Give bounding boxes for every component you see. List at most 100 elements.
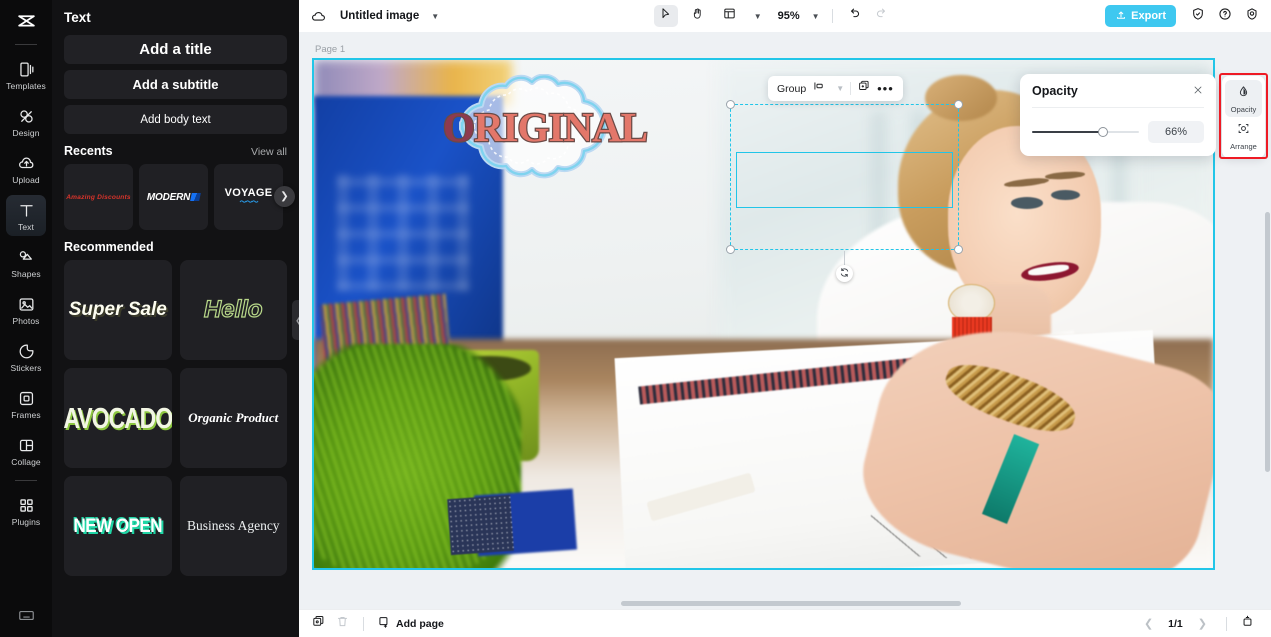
canvas-area[interactable]: Page 1 ORIGINAL Group ▼ ••• Opacity 66% … xyxy=(299,32,1271,609)
canvas-vertical-scrollbar[interactable] xyxy=(1265,212,1270,472)
settings-button[interactable] xyxy=(1242,7,1261,26)
opacity-tool-button[interactable]: Opacity xyxy=(1225,80,1262,117)
recommended-thumb[interactable]: NEW OPEN xyxy=(64,476,172,576)
recommended-thumb[interactable]: Super Sale xyxy=(64,260,172,360)
element-properties-toolbar: Opacity Arrange xyxy=(1222,76,1265,158)
align-button[interactable] xyxy=(812,79,826,98)
recents-view-all-link[interactable]: View all xyxy=(251,146,287,158)
element-float-toolbar: Group ▼ ••• xyxy=(768,76,903,101)
sidebar-item-upload[interactable]: Upload xyxy=(6,148,46,189)
chevron-left-icon: ❮ xyxy=(1143,618,1154,630)
keyboard-shortcuts-icon xyxy=(17,606,36,625)
sidebar-item-text[interactable]: Text xyxy=(6,195,46,236)
capcut-editor-window: Templates Design Upload Text Shapes Phot… xyxy=(0,0,1271,637)
recommended-thumb[interactable]: Hello xyxy=(179,260,287,360)
sidebar-item-plugins[interactable]: Plugins xyxy=(6,490,46,531)
sidebar-item-shapes[interactable]: Shapes xyxy=(6,242,46,283)
add-body-text-button[interactable]: Add body text xyxy=(64,105,287,134)
undo-button[interactable] xyxy=(845,7,864,26)
duplicate-page-button[interactable] xyxy=(311,614,326,634)
recommended-thumb-label: Business Agency xyxy=(186,518,280,533)
recents-next-button[interactable]: ❯ xyxy=(274,186,295,207)
collage-icon xyxy=(17,436,36,455)
duplicate-button[interactable] xyxy=(857,79,871,98)
recents-carousel: Amazing Discounts MODERN VOYAGE 〜〜〜 ❯ xyxy=(64,164,295,230)
delete-page-button[interactable] xyxy=(335,614,350,634)
recommended-thumb[interactable]: AVOCADO xyxy=(64,368,172,468)
chevron-down-icon[interactable]: ▼ xyxy=(431,12,439,21)
page-label: Page 1 xyxy=(315,44,346,55)
recommended-header: Recommended xyxy=(64,240,287,254)
opacity-value-input[interactable]: 66% xyxy=(1148,121,1204,143)
export-label: Export xyxy=(1131,10,1166,22)
recommended-title: Recommended xyxy=(64,240,154,254)
hand-tool-button[interactable] xyxy=(686,5,710,27)
editor-main: Untitled image ▼ ▼ 95% ▼ Export Page 1 O… xyxy=(299,0,1271,637)
capcut-logo-icon[interactable] xyxy=(9,8,43,38)
prev-page-button[interactable]: ❮ xyxy=(1138,617,1159,630)
add-page-button[interactable]: Add page xyxy=(377,615,444,632)
photo-hair-bun xyxy=(925,75,998,121)
rotate-handle-button[interactable] xyxy=(836,265,853,282)
recent-thumb[interactable]: MODERN xyxy=(139,164,208,230)
cloud-sync-icon[interactable] xyxy=(309,7,328,26)
slider-knob[interactable] xyxy=(1097,127,1108,137)
sidebar-item-label: Photos xyxy=(12,316,40,326)
recent-thumb-label: VOYAGE 〜〜〜 xyxy=(224,187,273,206)
select-tool-button[interactable] xyxy=(653,5,678,27)
page-grid-button[interactable] xyxy=(1240,614,1255,634)
opacity-divider xyxy=(1032,107,1204,108)
original-text[interactable]: ORIGINAL xyxy=(434,103,656,152)
zoom-level-value[interactable]: 95% xyxy=(778,10,800,22)
redo-arrow-icon xyxy=(874,6,889,26)
opacity-droplet-icon xyxy=(1236,84,1251,104)
top-toolbar: Untitled image ▼ ▼ 95% ▼ Export xyxy=(299,0,1271,32)
add-subtitle-button[interactable]: Add a subtitle xyxy=(64,70,287,99)
photo-eye xyxy=(1051,189,1080,200)
align-chevron-down-icon[interactable]: ▼ xyxy=(836,84,844,93)
shapes-icon xyxy=(17,248,36,267)
close-opacity-button[interactable] xyxy=(1192,84,1204,98)
panel-title: Text xyxy=(64,10,91,25)
sidebar-item-collage[interactable]: Collage xyxy=(6,430,46,471)
settings-gear-icon xyxy=(1244,6,1260,27)
add-title-button[interactable]: Add a title xyxy=(64,35,287,64)
next-page-button[interactable]: ❯ xyxy=(1192,617,1213,630)
sidebar-item-templates[interactable]: Templates xyxy=(6,54,46,95)
left-nav-rail: Templates Design Upload Text Shapes Phot… xyxy=(0,0,52,637)
opacity-slider[interactable] xyxy=(1032,126,1139,138)
sidebar-item-design[interactable]: Design xyxy=(6,101,46,142)
sidebar-item-stickers[interactable]: Stickers xyxy=(6,336,46,377)
zoom-chevron-down-icon[interactable]: ▼ xyxy=(812,12,820,21)
rotate-handle-icon xyxy=(839,267,850,280)
sidebar-item-label: Shapes xyxy=(11,269,41,279)
canvas-horizontal-scrollbar[interactable] xyxy=(621,601,961,606)
document-title[interactable]: Untitled image xyxy=(340,10,419,22)
sidebar-item-label: Templates xyxy=(6,81,46,91)
recent-thumb[interactable]: Amazing Discounts xyxy=(64,164,133,230)
more-options-button[interactable]: ••• xyxy=(877,82,894,95)
export-button[interactable]: Export xyxy=(1105,5,1176,27)
recent-thumb[interactable]: VOYAGE 〜〜〜 xyxy=(214,164,283,230)
arrange-tool-button[interactable]: Arrange xyxy=(1225,117,1262,154)
recommended-thumb[interactable]: Business Agency xyxy=(179,476,287,576)
group-button[interactable]: Group xyxy=(777,83,806,95)
plugins-grid-icon xyxy=(17,496,36,515)
shield-check-button[interactable] xyxy=(1188,7,1207,26)
sidebar-item-label: Frames xyxy=(11,410,41,420)
recommended-thumb[interactable]: Organic Product xyxy=(179,368,287,468)
opacity-title: Opacity xyxy=(1032,84,1078,98)
align-left-icon xyxy=(812,79,826,98)
keyboard-shortcuts-button[interactable] xyxy=(0,606,52,625)
sidebar-item-label: Design xyxy=(12,128,40,138)
layout-chevron-down-icon[interactable]: ▼ xyxy=(754,12,762,21)
layout-tool-button[interactable] xyxy=(718,5,742,27)
redo-button[interactable] xyxy=(872,7,891,26)
sidebar-item-frames[interactable]: Frames xyxy=(6,383,46,424)
panel-collapse-handle[interactable]: ❮ xyxy=(292,300,299,340)
trash-icon xyxy=(335,614,350,634)
arrange-frame-icon xyxy=(1236,121,1251,141)
help-button[interactable] xyxy=(1215,7,1234,26)
sidebar-item-photos[interactable]: Photos xyxy=(6,289,46,330)
text-art-group[interactable]: ORIGINAL xyxy=(430,60,660,208)
